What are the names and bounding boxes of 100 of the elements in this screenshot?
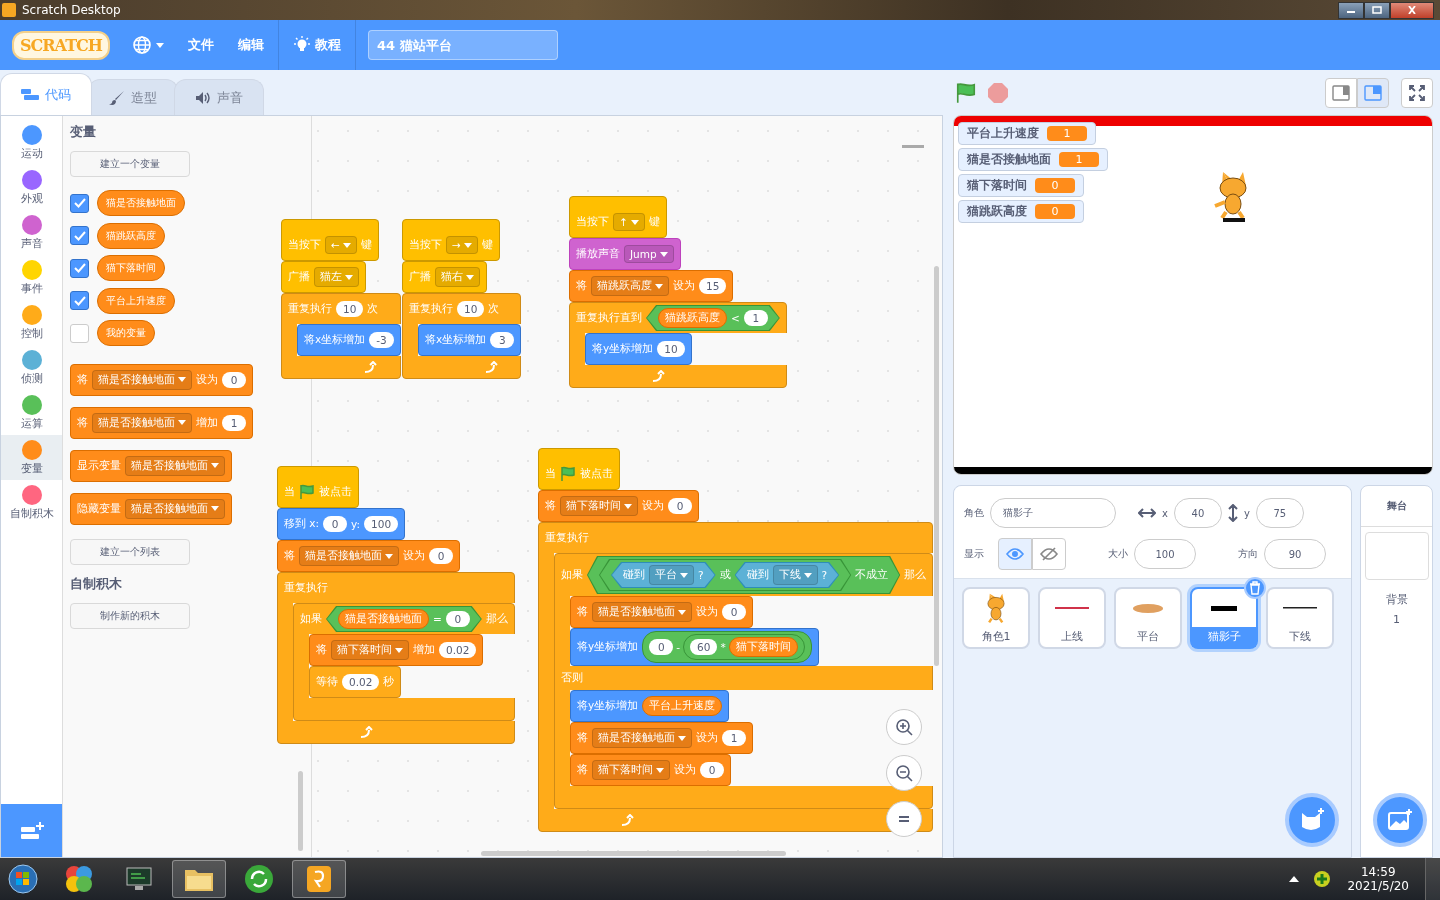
number-input[interactable]: 0 (323, 516, 348, 532)
taskbar-app[interactable] (292, 860, 346, 898)
block-label: = (433, 613, 442, 625)
delete-button[interactable] (1244, 577, 1266, 599)
block-label: 重复执行直到 (576, 311, 642, 325)
flag-icon (560, 466, 576, 482)
monitor-label: 平台上升速度 (967, 125, 1039, 142)
number-input[interactable]: 1 (722, 730, 746, 746)
add-sprite-icon (1299, 807, 1325, 833)
app-icon (306, 865, 332, 893)
number-input[interactable]: 0 (668, 498, 692, 514)
caret-icon (803, 572, 812, 578)
close-button[interactable] (1390, 1, 1434, 19)
number-input[interactable]: 10 (336, 301, 364, 317)
monitor-value: 1 (1059, 152, 1099, 167)
monitor-label: 猫下落时间 (967, 177, 1027, 194)
variable-checkbox[interactable] (70, 226, 89, 246)
number-input[interactable]: 10 (457, 301, 485, 317)
monitor-value: 0 (1035, 204, 1075, 219)
normal-stage-icon (1364, 84, 1382, 101)
number-input[interactable]: 15 (699, 278, 727, 294)
make-list-button[interactable]: 建立一个列表 (70, 538, 190, 565)
small-stage-button[interactable] (1325, 77, 1357, 108)
normal-stage-button[interactable] (1357, 77, 1389, 108)
sprite-tile[interactable]: 上线 (1038, 587, 1106, 649)
number-input[interactable]: 100 (364, 516, 399, 532)
loop-arrow-icon (621, 814, 634, 826)
show-button[interactable] (998, 538, 1032, 570)
add-backdrop-button[interactable] (1373, 793, 1427, 847)
small-stage-icon (1332, 84, 1350, 101)
block-label: 将 (576, 279, 587, 293)
block-label: 当按下 (409, 238, 442, 252)
number-input[interactable]: 0 (429, 548, 453, 564)
category-item[interactable]: 变量 (1, 435, 62, 480)
block-label: 将x坐标增加 (425, 333, 487, 347)
variable-checkbox[interactable] (70, 323, 89, 343)
number-input[interactable]: 60 (690, 639, 718, 655)
app-icon (2, 3, 16, 17)
number-input[interactable]: 0 (445, 611, 470, 627)
block-label: 将y坐标增加 (592, 342, 654, 356)
scrollbar[interactable] (481, 851, 786, 856)
variable-checkbox[interactable] (70, 258, 89, 278)
sprite-tile[interactable]: 角色1 (962, 587, 1030, 649)
tray-arrow-icon[interactable] (1289, 876, 1300, 882)
block-label: 设为 (696, 731, 718, 745)
backdrops-label: 背景 (1385, 592, 1408, 607)
number-input[interactable]: 0 (649, 639, 674, 655)
flag-icon (299, 484, 315, 500)
number-input[interactable]: 0 (222, 371, 246, 388)
block-label: 猫下落时间 (735, 640, 791, 654)
hide-button[interactable] (1032, 538, 1066, 570)
block-label: 当按下 (576, 215, 609, 229)
block-label: * (720, 641, 726, 653)
maximize-button[interactable] (1364, 1, 1390, 19)
number-input[interactable]: 0.02 (342, 674, 380, 690)
block-label: 将 (77, 415, 88, 430)
make-block-button[interactable]: 制作新的积木 (70, 602, 190, 629)
stage-pane-title: 舞台 (1361, 486, 1432, 527)
plus-circle-icon[interactable] (1313, 870, 1332, 888)
caret-icon (463, 242, 472, 248)
number-input[interactable]: 10 (657, 341, 685, 357)
add-sprite-button[interactable] (1285, 793, 1339, 847)
windows-logo-icon (8, 864, 38, 894)
caret-icon (630, 219, 639, 225)
lightbulb-icon (292, 36, 311, 54)
block-label: 当按下 (288, 238, 321, 252)
variable-checkbox[interactable] (70, 291, 89, 311)
block-label: 重复执行 (409, 302, 453, 316)
number-input[interactable]: 3 (490, 332, 515, 348)
block-label: 设为 (674, 763, 696, 777)
fullscreen-button[interactable] (1401, 77, 1433, 108)
scrollbar[interactable] (934, 266, 939, 666)
pinwheel-icon (64, 864, 94, 894)
caret-icon (342, 242, 351, 248)
number-input[interactable]: 0.02 (439, 642, 477, 658)
caret-icon (395, 647, 403, 653)
block-dropdown[interactable]: Jump (624, 245, 674, 263)
minimize-button[interactable] (1338, 1, 1364, 19)
sprite-tile[interactable]: 平台 (1114, 587, 1182, 649)
block-label: 设为 (642, 499, 664, 513)
add-backdrop-icon (1387, 808, 1413, 832)
make-variable-button[interactable]: 建立一个变量 (70, 151, 190, 177)
taskbar-app[interactable] (172, 860, 226, 898)
variable-checkbox[interactable] (70, 193, 89, 213)
number-input[interactable]: 0 (722, 604, 746, 620)
block-label: 广播 (409, 270, 431, 284)
checkmark-icon (72, 294, 87, 307)
scrollbar[interactable] (298, 771, 303, 851)
platform-drawing (1133, 603, 1163, 613)
number-input[interactable]: 1 (743, 310, 768, 326)
backdrops-count: 1 (1393, 613, 1400, 626)
sprite-tile[interactable]: 下线 (1266, 587, 1334, 649)
block-label: 如果 (561, 568, 583, 582)
number-input[interactable]: 1 (222, 414, 246, 431)
backdrop-thumbnail[interactable] (1364, 532, 1429, 580)
number-input[interactable]: 0 (700, 762, 724, 778)
block-label: 重复执行 (545, 531, 589, 545)
monitor-value: 1 (1047, 126, 1087, 141)
number-input[interactable]: -3 (369, 332, 394, 348)
section-heading: 变量 (70, 123, 96, 141)
